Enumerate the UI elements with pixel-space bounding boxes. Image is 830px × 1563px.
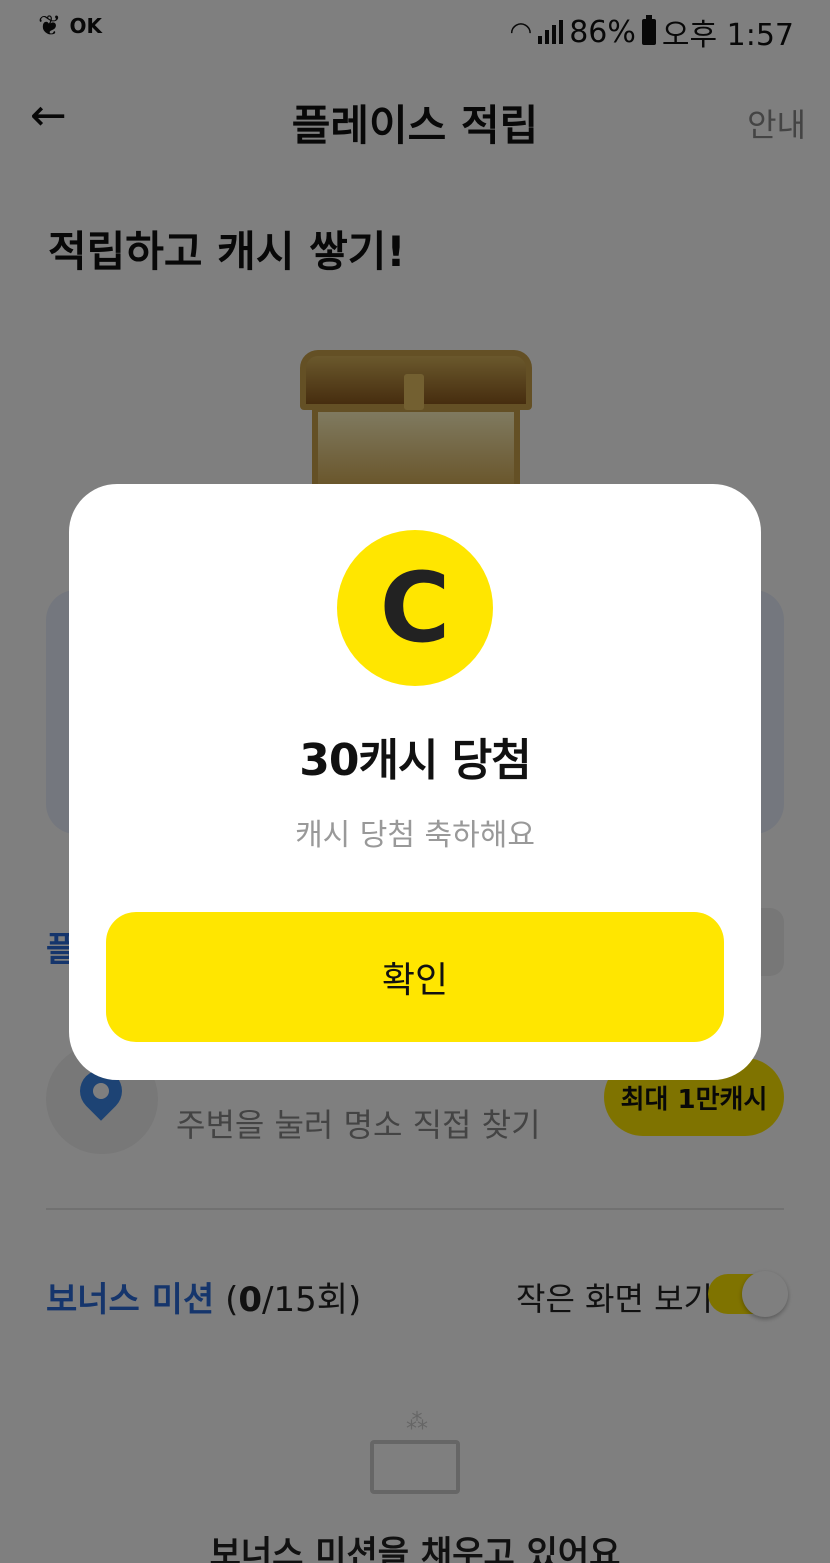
cash-coin-icon: C xyxy=(337,530,493,686)
modal-title: 30캐시 당첨 xyxy=(299,735,531,786)
modal-subtitle: 캐시 당첨 축하해요 xyxy=(295,818,535,853)
confirm-button[interactable]: 확인 xyxy=(106,912,724,1042)
reward-modal: C 30캐시 당첨 캐시 당첨 축하해요 확인 xyxy=(69,484,761,1080)
